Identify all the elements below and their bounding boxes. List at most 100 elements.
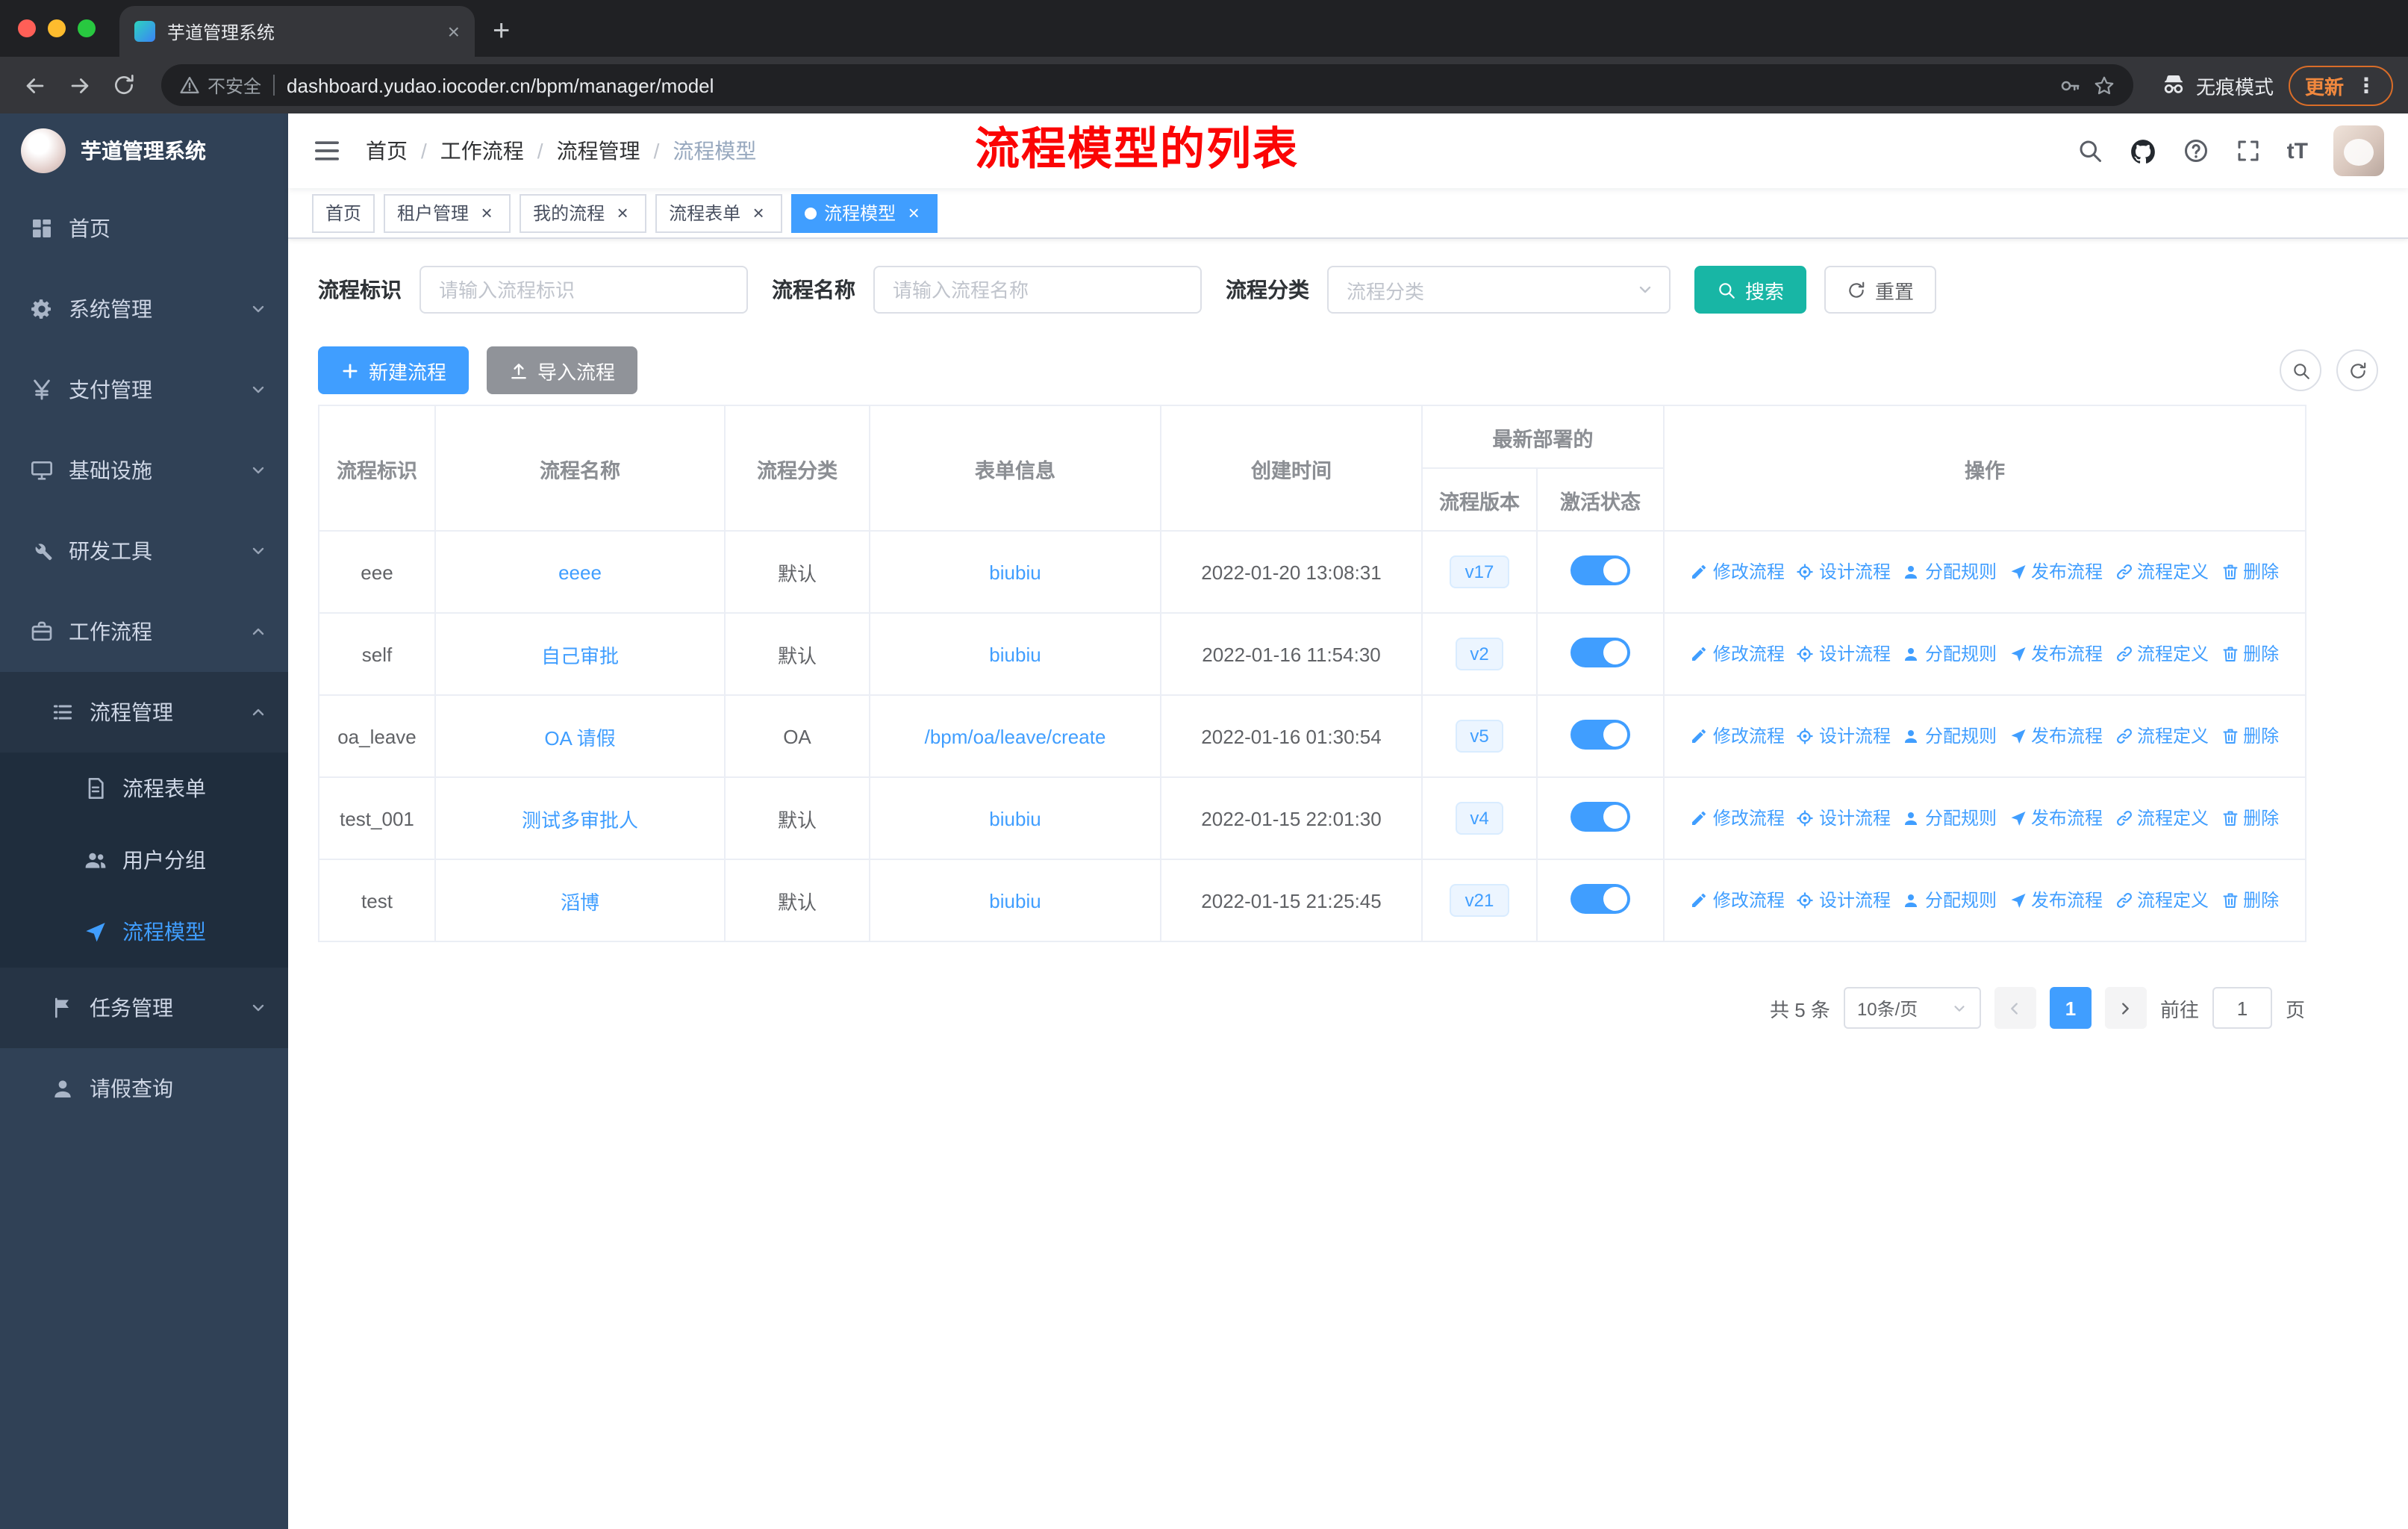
version-badge[interactable]: v2: [1455, 638, 1504, 670]
url-text[interactable]: dashboard.yudao.iocoder.cn/bpm/manager/m…: [287, 74, 2047, 96]
action-edit-link[interactable]: 修改流程: [1691, 723, 1785, 749]
security-indicator[interactable]: 不安全: [179, 72, 261, 98]
action-delete-link[interactable]: 删除: [2221, 806, 2279, 831]
active-toggle[interactable]: [1570, 719, 1630, 749]
user-avatar[interactable]: [2333, 125, 2384, 176]
action-edit-link[interactable]: 修改流程: [1691, 806, 1785, 831]
action-definition-link-link[interactable]: 流程定义: [2115, 559, 2209, 585]
version-badge[interactable]: v21: [1450, 884, 1509, 917]
active-toggle[interactable]: [1570, 883, 1630, 913]
process-name-input[interactable]: [873, 266, 1202, 314]
model-name-link[interactable]: 滔博: [561, 891, 599, 913]
tag-home[interactable]: 首页: [312, 193, 375, 232]
action-edit-link[interactable]: 修改流程: [1691, 888, 1785, 913]
toggle-search-button[interactable]: [2280, 349, 2321, 391]
tag-process-model[interactable]: 流程模型 ×: [791, 193, 938, 232]
active-toggle[interactable]: [1570, 801, 1630, 831]
sidebar-item-process-management[interactable]: 流程管理: [0, 672, 288, 753]
bookmark-star-icon[interactable]: [2093, 74, 2115, 96]
model-name-link[interactable]: 测试多审批人: [522, 809, 638, 831]
action-publish-link[interactable]: 发布流程: [2009, 723, 2103, 749]
forward-button[interactable]: [60, 66, 99, 105]
prev-page-button[interactable]: [1994, 987, 2036, 1029]
action-definition-link-link[interactable]: 流程定义: [2115, 806, 2209, 831]
model-name-link[interactable]: OA 请假: [544, 726, 615, 749]
action-edit-link[interactable]: 修改流程: [1691, 559, 1785, 585]
sidebar-item-task-management[interactable]: 任务管理: [0, 968, 288, 1048]
tag-tenant[interactable]: 租户管理 ×: [384, 193, 511, 232]
active-toggle[interactable]: [1570, 637, 1630, 667]
password-key-icon[interactable]: [2059, 74, 2081, 96]
tag-my-process[interactable]: 我的流程 ×: [520, 193, 647, 232]
sidebar-item-infrastructure[interactable]: 基础设施: [0, 430, 288, 511]
action-design-link[interactable]: 设计流程: [1797, 559, 1891, 585]
help-icon[interactable]: [2183, 137, 2209, 164]
page-size-select[interactable]: 10条/页: [1843, 987, 1981, 1029]
current-page-button[interactable]: 1: [2049, 987, 2092, 1029]
back-button[interactable]: [15, 66, 54, 105]
font-size-icon[interactable]: tT: [2287, 140, 2308, 162]
action-delete-link[interactable]: 删除: [2221, 641, 2279, 667]
action-assign-user-link[interactable]: 分配规则: [1903, 559, 1997, 585]
form-info-link[interactable]: biubiu: [989, 561, 1041, 583]
sidebar-item-leave-query[interactable]: 请假查询: [0, 1048, 288, 1129]
github-icon[interactable]: [2129, 137, 2157, 165]
reset-button[interactable]: 重置: [1824, 266, 1937, 314]
action-edit-link[interactable]: 修改流程: [1691, 641, 1785, 667]
action-definition-link-link[interactable]: 流程定义: [2115, 723, 2209, 749]
action-delete-link[interactable]: 删除: [2221, 559, 2279, 585]
tab-close-icon[interactable]: ×: [448, 21, 460, 42]
tag-close-icon[interactable]: ×: [476, 202, 497, 223]
action-assign-user-link[interactable]: 分配规则: [1903, 723, 1997, 749]
import-process-button[interactable]: 导入流程: [487, 346, 638, 394]
action-design-link[interactable]: 设计流程: [1797, 641, 1891, 667]
process-key-input[interactable]: [419, 266, 748, 314]
action-assign-user-link[interactable]: 分配规则: [1903, 806, 1997, 831]
action-publish-link[interactable]: 发布流程: [2009, 888, 2103, 913]
tag-process-form[interactable]: 流程表单 ×: [655, 193, 783, 232]
action-design-link[interactable]: 设计流程: [1797, 888, 1891, 913]
create-process-button[interactable]: 新建流程: [318, 346, 470, 394]
action-design-link[interactable]: 设计流程: [1797, 806, 1891, 831]
goto-page-input[interactable]: [2212, 987, 2272, 1029]
action-delete-link[interactable]: 删除: [2221, 723, 2279, 749]
sidebar-logo[interactable]: 芋道管理系统: [0, 113, 288, 188]
tag-close-icon[interactable]: ×: [903, 202, 924, 223]
tag-close-icon[interactable]: ×: [612, 202, 633, 223]
browser-menu-icon[interactable]: ⋮: [2356, 72, 2377, 98]
action-definition-link-link[interactable]: 流程定义: [2115, 888, 2209, 913]
active-toggle[interactable]: [1570, 555, 1630, 585]
sidebar-item-home[interactable]: 首页: [0, 188, 288, 269]
sidebar-item-system[interactable]: 系统管理: [0, 269, 288, 349]
refresh-table-button[interactable]: [2336, 349, 2378, 391]
version-badge[interactable]: v17: [1450, 555, 1509, 588]
action-publish-link[interactable]: 发布流程: [2009, 806, 2103, 831]
action-definition-link-link[interactable]: 流程定义: [2115, 641, 2209, 667]
breadcrumb-item[interactable]: 工作流程: [440, 136, 524, 166]
sidebar-item-process-model[interactable]: 流程模型: [0, 896, 288, 968]
sidebar-item-process-form[interactable]: 流程表单: [0, 753, 288, 824]
category-select[interactable]: 流程分类: [1327, 266, 1671, 314]
sidebar-item-workflow[interactable]: 工作流程: [0, 591, 288, 672]
maximize-window-button[interactable]: [78, 19, 96, 37]
browser-update-button[interactable]: 更新 ⋮: [2288, 65, 2393, 105]
form-info-link[interactable]: biubiu: [989, 807, 1041, 829]
action-assign-user-link[interactable]: 分配规则: [1903, 641, 1997, 667]
version-badge[interactable]: v4: [1455, 802, 1504, 835]
version-badge[interactable]: v5: [1455, 720, 1504, 753]
fullscreen-icon[interactable]: [2235, 137, 2262, 164]
action-publish-link[interactable]: 发布流程: [2009, 641, 2103, 667]
minimize-window-button[interactable]: [48, 19, 66, 37]
sidebar-collapse-button[interactable]: [312, 134, 345, 167]
sidebar-item-payment[interactable]: 支付管理: [0, 349, 288, 430]
new-tab-button[interactable]: +: [493, 16, 510, 46]
sidebar-item-user-group[interactable]: 用户分组: [0, 824, 288, 896]
tag-close-icon[interactable]: ×: [748, 202, 769, 223]
header-search-icon[interactable]: [2077, 137, 2103, 164]
breadcrumb-item[interactable]: 首页: [366, 136, 408, 166]
close-window-button[interactable]: [18, 19, 36, 37]
form-info-link[interactable]: /bpm/oa/leave/create: [925, 725, 1106, 747]
model-name-link[interactable]: 自己审批: [541, 644, 619, 667]
address-bar[interactable]: 不安全 dashboard.yudao.iocoder.cn/bpm/manag…: [161, 64, 2133, 106]
form-info-link[interactable]: biubiu: [989, 889, 1041, 912]
